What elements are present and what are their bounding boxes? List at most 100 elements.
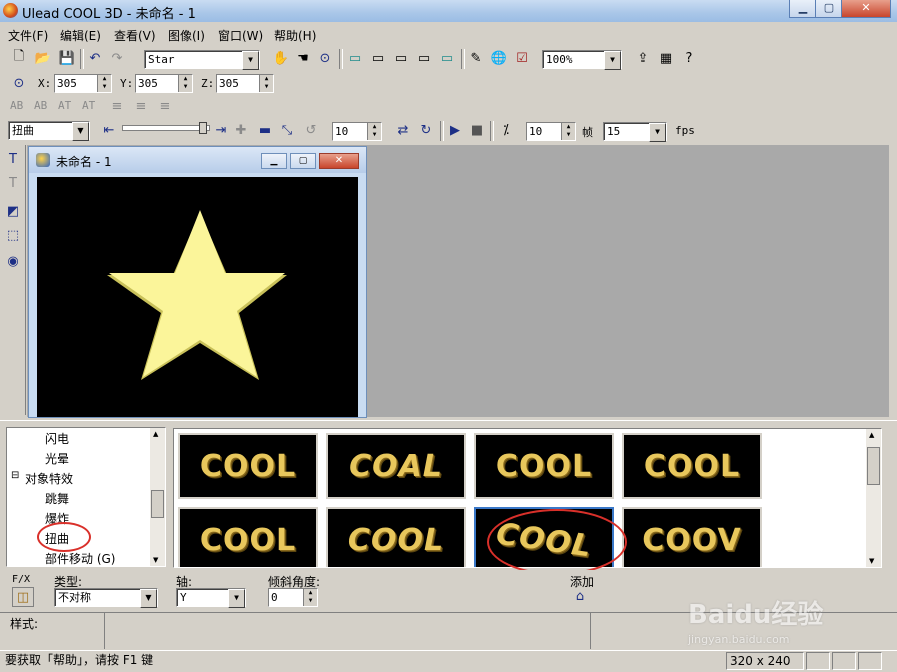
layer-1-icon[interactable]: ▭ <box>344 48 366 68</box>
app-icon <box>3 3 18 18</box>
fps-select[interactable]: 15 ▼ <box>603 122 667 142</box>
menu-window[interactable]: 窗口(W) <box>218 27 263 44</box>
tree-item-dance[interactable]: 跳舞 <box>45 490 69 507</box>
effect-thumb-1[interactable]: COOL <box>178 433 318 499</box>
save-icon[interactable]: 💾 <box>56 48 78 68</box>
effect-thumb-8[interactable]: COOV <box>622 507 762 567</box>
position-mode-icon[interactable]: ⊙ <box>8 73 30 93</box>
effect-thumb-5[interactable]: COOL <box>178 507 318 567</box>
remove-keyframe-icon[interactable]: ▬ <box>254 120 276 140</box>
doc-maximize-button[interactable]: ▢ <box>290 153 316 169</box>
fx-icon[interactable]: ◫ <box>12 587 34 607</box>
doc-close-button[interactable]: ✕ <box>319 153 359 169</box>
redo-icon[interactable]: ↷ <box>106 48 128 68</box>
frame-spinner[interactable]: 10 ▲ ▼ <box>332 122 382 141</box>
gallery-scrollbar[interactable]: ▲ ▼ <box>866 429 881 567</box>
object-toolbar: T T ◩ ⬚ ◉ <box>0 145 26 415</box>
play-icon[interactable]: ▶ <box>444 120 466 140</box>
layer-5-icon[interactable]: ▭ <box>436 48 458 68</box>
properties-icon[interactable]: ▦ <box>655 48 677 68</box>
document-title: 未命名 - 1 <box>56 155 112 169</box>
tree-item-glow[interactable]: 光晕 <box>45 450 69 467</box>
last-keyframe-icon[interactable]: ⇥ <box>210 120 232 140</box>
reverse-icon[interactable]: ⤡ <box>276 120 298 140</box>
y-spinner[interactable]: 305 ▲ ▼ <box>135 74 193 93</box>
export-icon[interactable]: ⇪ <box>632 48 654 68</box>
z-label: Z: <box>201 77 215 90</box>
layer-2-icon[interactable]: ▭ <box>367 48 389 68</box>
zoom-select[interactable]: 100% ▼ <box>542 50 622 70</box>
help-cursor-icon[interactable]: ? <box>678 48 700 68</box>
watermark-url: jingyan.baidu.com <box>688 633 790 646</box>
fit-icon[interactable]: ⊙ <box>314 48 336 68</box>
tree-item-lightning[interactable]: 闪电 <box>45 430 69 447</box>
motion-icon[interactable]: ⁒ <box>495 120 517 140</box>
refresh-icon[interactable]: ↻ <box>415 120 437 140</box>
position-toolbar: ⊙ X: 305 ▲ ▼ Y: 305 ▲ ▼ Z: 305 ▲ ▼ <box>0 72 897 96</box>
text-spacing-2-icon[interactable]: AB <box>34 99 47 112</box>
undo-icon[interactable]: ↶ <box>84 48 106 68</box>
globe-icon[interactable]: 🌐 <box>488 48 510 68</box>
baidu-watermark: Baidu经验 jingyan.baidu.com <box>688 594 878 654</box>
layer-3-icon[interactable]: ▭ <box>390 48 412 68</box>
tilt-spinner[interactable]: 0 ▲ ▼ <box>268 588 318 607</box>
layer-4-icon[interactable]: ▭ <box>413 48 435 68</box>
watermark-brand: Baidu经验 <box>688 600 824 630</box>
add-effect-icon[interactable]: ⌂ <box>570 587 590 605</box>
timeline-slider[interactable] <box>122 122 210 134</box>
tree-scrollbar[interactable]: ▲ ▼ <box>150 428 165 566</box>
effect-select[interactable]: 扭曲 ▼ <box>8 121 90 141</box>
axis-select[interactable]: Y ▼ <box>176 588 246 608</box>
menu-view[interactable]: 查看(V) <box>114 27 156 44</box>
stop-icon[interactable]: ■ <box>466 120 488 140</box>
open-folder-icon[interactable]: 📂 <box>32 48 54 68</box>
menu-edit[interactable]: 编辑(E) <box>60 27 101 44</box>
hand-icon[interactable]: ✋ <box>270 48 292 68</box>
effect-thumb-4[interactable]: COOL <box>622 433 762 499</box>
edit-text-icon[interactable]: T <box>2 173 24 193</box>
render-canvas[interactable] <box>37 177 358 417</box>
document-icon <box>36 153 50 167</box>
light-icon[interactable]: ✎ <box>465 48 487 68</box>
align-left-icon[interactable]: ≡ <box>106 96 128 116</box>
chart-icon[interactable]: ☑ <box>511 48 533 68</box>
loop-icon[interactable]: ⇄ <box>392 120 414 140</box>
tree-item-object-effects[interactable]: 对象特效 <box>25 470 73 487</box>
effect-thumb-2[interactable]: COAL <box>326 433 466 499</box>
menu-help[interactable]: 帮助(H) <box>274 27 316 44</box>
z-spinner[interactable]: 305 ▲ ▼ <box>216 74 274 93</box>
x-spinner[interactable]: 305 ▲ ▼ <box>54 74 112 93</box>
minimize-button[interactable]: ▁ <box>789 0 817 18</box>
insert-object-icon[interactable]: ◩ <box>2 201 24 221</box>
frame-count-spinner[interactable]: 10 ▲ ▼ <box>526 122 576 141</box>
effects-tree[interactable]: 闪电 光晕 ⊟ 对象特效 跳舞 爆炸 扭曲 部件移动 (G) ▲ ▼ <box>6 427 166 567</box>
geometry-icon[interactable]: ◉ <box>2 251 24 271</box>
frame-label: 帧 <box>582 126 593 139</box>
close-button[interactable]: ✕ <box>841 0 891 18</box>
align-right-icon[interactable]: ≡ <box>154 96 176 116</box>
type-select[interactable]: 不对称 ▼ <box>54 588 158 608</box>
select-object-icon[interactable]: ⬚ <box>2 225 24 245</box>
text-spacing-icon[interactable]: AB <box>10 99 23 112</box>
text-toolbar: AB AB AT AT ≡ ≡ ≡ <box>0 96 897 118</box>
tree-item-part-move[interactable]: 部件移动 (G) <box>45 550 115 567</box>
star-object[interactable] <box>37 177 358 417</box>
align-center-icon[interactable]: ≡ <box>130 96 152 116</box>
timeline-thumb[interactable] <box>199 122 207 134</box>
maximize-button[interactable]: ▢ <box>815 0 843 18</box>
first-keyframe-icon[interactable]: ⇤ <box>98 120 120 140</box>
effect-thumb-6[interactable]: COOL <box>326 507 466 567</box>
menu-file[interactable]: 文件(F) <box>8 27 48 44</box>
add-keyframe-icon[interactable]: ✚ <box>230 120 252 140</box>
menu-image[interactable]: 图像(I) <box>168 27 205 44</box>
text-height-icon[interactable]: AT <box>58 99 71 112</box>
text-height-2-icon[interactable]: AT <box>82 99 95 112</box>
effect-thumb-3[interactable]: COOL <box>474 433 614 499</box>
new-file-icon[interactable]: 🗋 <box>8 48 30 68</box>
loop-back-icon[interactable]: ↺ <box>300 120 322 140</box>
object-select[interactable]: Star ▼ <box>144 50 260 70</box>
doc-minimize-button[interactable]: ▁ <box>261 153 287 169</box>
insert-text-icon[interactable]: T <box>2 149 24 169</box>
rotate-hand-icon[interactable]: ☚ <box>292 48 314 68</box>
tree-collapse-icon[interactable]: ⊟ <box>11 470 19 481</box>
